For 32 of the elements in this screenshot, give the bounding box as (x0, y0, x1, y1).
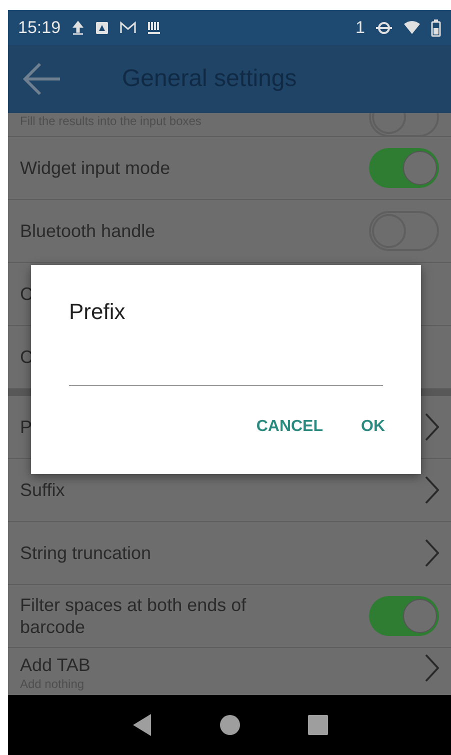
setting-label: Add TAB (20, 654, 90, 676)
toggle-switch[interactable] (369, 596, 439, 636)
setting-label: Bluetooth handle (20, 220, 156, 242)
back-triangle-icon[interactable] (131, 713, 154, 737)
home-circle-icon[interactable] (219, 714, 242, 736)
setting-label: Suffix (20, 479, 65, 501)
barcode-icon (146, 20, 161, 34)
settings-row[interactable]: Widget input mode (8, 137, 451, 200)
chevron-right-icon (425, 413, 439, 441)
battery-icon (431, 18, 441, 36)
image-icon (94, 20, 109, 34)
chevron-right-icon (425, 476, 439, 504)
wifi-icon (403, 20, 421, 36)
upload-icon (70, 20, 85, 36)
settings-row[interactable]: Filter spaces at both ends of barcode (8, 585, 451, 648)
toggle-switch[interactable] (369, 148, 439, 188)
chevron-right-icon (425, 654, 439, 682)
setting-label: Widget input mode (20, 157, 170, 179)
chevron-right-icon (425, 539, 439, 567)
back-arrow-icon[interactable] (22, 61, 62, 97)
setting-label: String truncation (20, 542, 152, 564)
setting-label: Filter spaces at both ends of barcode (20, 594, 248, 638)
settings-row[interactable]: String truncation (8, 522, 451, 585)
ok-button[interactable]: OK (351, 410, 395, 444)
setting-label: P (20, 416, 32, 438)
sim-label: 1 (356, 18, 365, 38)
status-time: 15:19 (18, 18, 61, 38)
dialog-title: Prefix (69, 299, 126, 325)
recents-square-icon[interactable] (308, 715, 328, 735)
cancel-button[interactable]: CANCEL (246, 410, 333, 444)
mail-icon (118, 20, 137, 34)
settings-row[interactable]: Bluetooth handle (8, 200, 451, 263)
